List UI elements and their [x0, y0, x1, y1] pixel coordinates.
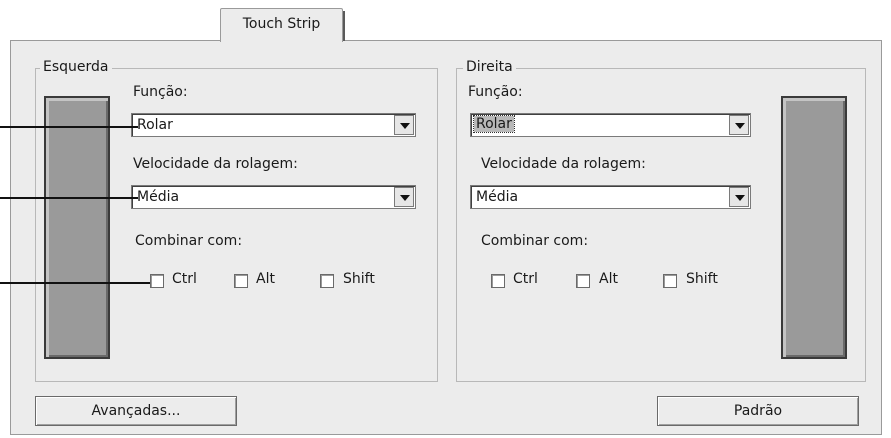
- chevron-down-icon[interactable]: [394, 187, 414, 207]
- right-function-select[interactable]: Rolar: [470, 113, 751, 137]
- left-speed-label: Velocidade da rolagem:: [133, 156, 298, 172]
- left-ctrl-label: Ctrl: [172, 271, 197, 287]
- right-ctrl-label: Ctrl: [513, 271, 538, 287]
- advanced-button[interactable]: Avançadas...: [35, 396, 237, 426]
- left-speed-select[interactable]: Média: [131, 185, 416, 209]
- left-function-label: Função:: [133, 84, 188, 100]
- default-button[interactable]: Padrão: [657, 396, 859, 426]
- chevron-down-icon[interactable]: [394, 115, 414, 135]
- right-speed-select[interactable]: Média: [470, 185, 751, 209]
- right-function-label: Função:: [468, 84, 523, 100]
- left-shift-checkbox[interactable]: [320, 274, 334, 288]
- right-function-value: Rolar: [473, 115, 515, 133]
- right-shift-label: Shift: [686, 271, 718, 287]
- left-combine-label: Combinar com:: [135, 233, 243, 249]
- group-right-legend: Direita: [463, 59, 516, 75]
- left-function-select[interactable]: Rolar: [131, 113, 416, 137]
- touch-strip-right: [781, 96, 847, 359]
- right-speed-value: Média: [476, 189, 519, 205]
- touch-strip-left: [44, 96, 110, 359]
- callout-line-combine: [0, 282, 150, 284]
- left-function-value: Rolar: [137, 117, 173, 133]
- right-speed-label: Velocidade da rolagem:: [481, 156, 646, 172]
- chevron-down-icon[interactable]: [729, 187, 749, 207]
- right-combine-label: Combinar com:: [481, 233, 589, 249]
- right-shift-checkbox[interactable]: [663, 274, 677, 288]
- left-ctrl-checkbox[interactable]: [150, 274, 164, 288]
- left-speed-value: Média: [137, 189, 180, 205]
- left-shift-label: Shift: [343, 271, 375, 287]
- left-alt-label: Alt: [256, 271, 275, 287]
- right-ctrl-checkbox[interactable]: [491, 274, 505, 288]
- right-alt-checkbox[interactable]: [576, 274, 590, 288]
- right-alt-label: Alt: [599, 271, 618, 287]
- group-left-legend: Esquerda: [40, 59, 112, 75]
- left-alt-checkbox[interactable]: [234, 274, 248, 288]
- callout-line-speed: [0, 197, 138, 199]
- chevron-down-icon[interactable]: [729, 115, 749, 135]
- callout-line-function: [0, 126, 138, 128]
- tab-touch-strip[interactable]: Touch Strip: [220, 8, 345, 42]
